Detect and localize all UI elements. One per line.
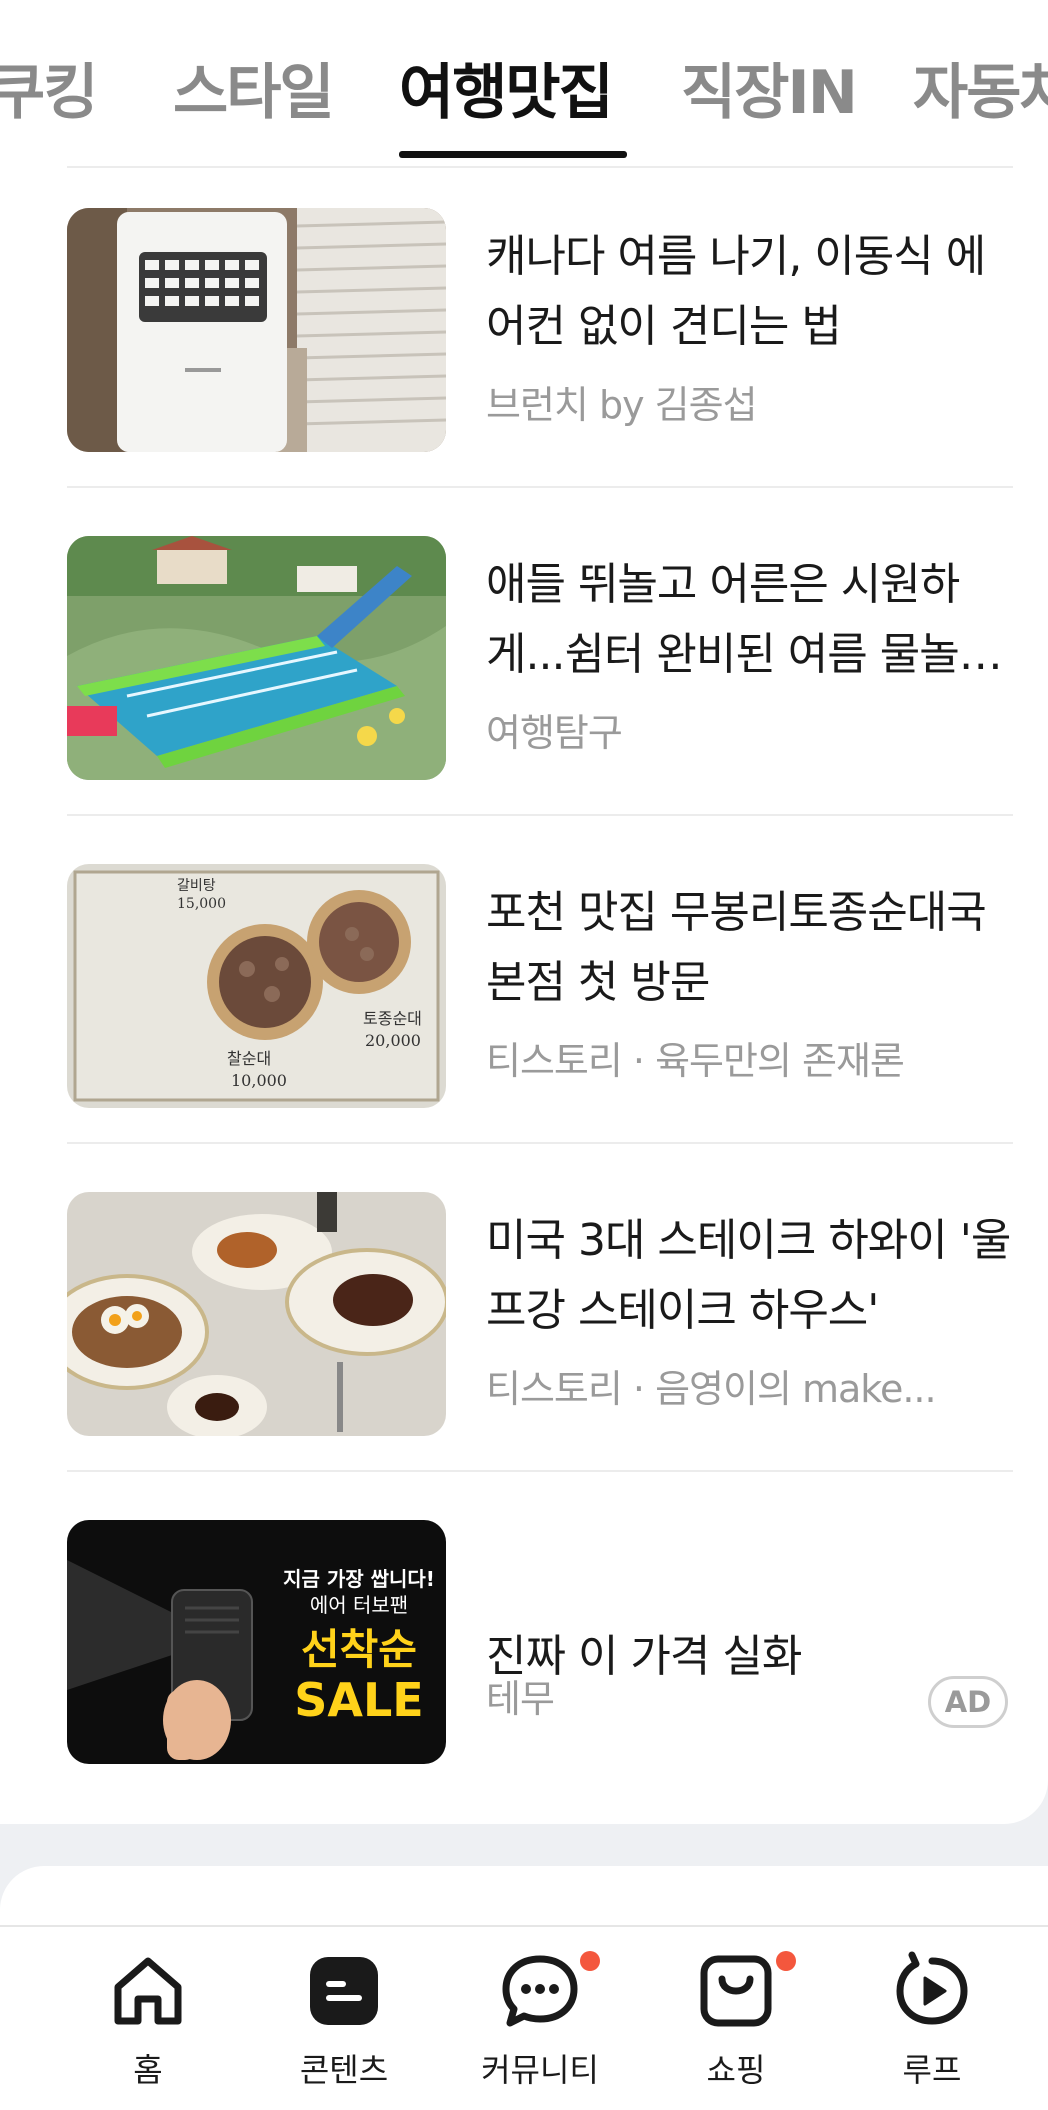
- list-item[interactable]: 갈비탕 15,000 토종순대 20,000 찰순대 10,000 포천 맛집 …: [0, 816, 1048, 1144]
- tab-travel-food[interactable]: 여행맛집: [399, 44, 614, 131]
- sundae-menu-thumbnail[interactable]: 갈비탕 15,000 토종순대 20,000 찰순대 10,000: [67, 864, 446, 1108]
- article-list-card: 캐나다 여름 나기, 이동식 에어컨 없이 견디는 법 브런치 by 김종섭 애…: [0, 160, 1048, 1824]
- article-source: 티스토리 · 음영이의 make...: [486, 1367, 937, 1411]
- article-title[interactable]: 애들 뛰놀고 어른은 시원하게...쉼터 완비된 여름 물놀이장: [486, 550, 1016, 690]
- svg-text:10,000: 10,000: [231, 1071, 287, 1090]
- list-item[interactable]: 캐나다 여름 나기, 이동식 에어컨 없이 견디는 법 브런치 by 김종섭: [0, 160, 1048, 488]
- nav-home[interactable]: 홈: [50, 1927, 246, 2110]
- category-tab-bar: 쿠킹 스타일 여행맛집 직장IN 자동차: [0, 0, 1048, 160]
- tab-style[interactable]: 스타일: [173, 44, 335, 131]
- loop-play-icon: [896, 1951, 968, 2025]
- notification-dot: [580, 1951, 600, 1971]
- air-conditioner-thumbnail[interactable]: [67, 208, 446, 452]
- article-source: 브런치 by 김종섭: [486, 383, 758, 427]
- list-item[interactable]: 미국 3대 스테이크 하와이 '울프강 스테이크 하우스' 티스토리 · 음영이…: [0, 1144, 1048, 1472]
- article-title[interactable]: 포천 맛집 무봉리토종순대국 본점 첫 방문: [486, 878, 1016, 1018]
- ad-list-item[interactable]: 지금 가장 쌉니다! 에어 터보팬 선착순 SALE 진짜 이 가격 실화 테무…: [0, 1472, 1048, 1800]
- tab-car[interactable]: 자동차: [913, 44, 1048, 131]
- article-source: 여행탐구: [486, 711, 623, 755]
- ad-badge[interactable]: AD: [928, 1676, 1008, 1728]
- tab-workplace[interactable]: 직장IN: [681, 44, 858, 131]
- nav-contents[interactable]: 콘텐츠: [246, 1927, 442, 2110]
- article-title[interactable]: 미국 3대 스테이크 하와이 '울프강 스테이크 하우스': [486, 1206, 1016, 1346]
- svg-text:갈비탕: 갈비탕: [177, 878, 216, 894]
- nav-label: 커뮤니티: [481, 2051, 599, 2089]
- steak-dinner-thumbnail[interactable]: [67, 1192, 446, 1436]
- contents-icon: [310, 1957, 378, 2025]
- home-icon: [114, 1957, 182, 2025]
- article-title[interactable]: 캐나다 여름 나기, 이동식 에어컨 없이 견디는 법: [486, 222, 1016, 362]
- nav-label: 홈: [133, 2051, 163, 2089]
- svg-text:20,000: 20,000: [365, 1031, 421, 1050]
- nav-label: 루프: [902, 2051, 962, 2089]
- tab-cooking[interactable]: 쿠킹: [0, 44, 98, 131]
- nav-community[interactable]: 커뮤니티: [442, 1927, 638, 2110]
- svg-text:지금 가장 쌉니다!: 지금 가장 쌉니다!: [283, 1567, 435, 1591]
- article-source: 티스토리 · 육두만의 존재론: [486, 1039, 905, 1083]
- water-park-thumbnail[interactable]: [67, 536, 446, 780]
- svg-text:토종순대: 토종순대: [363, 1009, 422, 1028]
- ad-thumbnail[interactable]: 지금 가장 쌉니다! 에어 터보팬 선착순 SALE: [67, 1520, 446, 1764]
- bottom-navigation: 홈 콘텐츠 커뮤니티 쇼핑 루프: [0, 1925, 1048, 2110]
- svg-text:에어 터보팬: 에어 터보팬: [310, 1593, 408, 1617]
- svg-text:SALE: SALE: [294, 1673, 423, 1727]
- nav-label: 쇼핑: [706, 2051, 766, 2089]
- nav-loop[interactable]: 루프: [834, 1927, 1030, 2110]
- svg-text:찰순대: 찰순대: [227, 1049, 271, 1068]
- notification-dot: [776, 1951, 796, 1971]
- svg-text:15,000: 15,000: [177, 896, 226, 912]
- shopping-bag-icon: [700, 1955, 772, 2027]
- list-item[interactable]: 애들 뛰놀고 어른은 시원하게...쉼터 완비된 여름 물놀이장 여행탐구: [0, 488, 1048, 816]
- nav-label: 콘텐츠: [299, 2051, 389, 2089]
- chat-bubble-icon: [502, 1955, 578, 2027]
- active-tab-indicator: [399, 151, 627, 158]
- nav-shopping[interactable]: 쇼핑: [638, 1927, 834, 2110]
- svg-text:선착순: 선착순: [301, 1625, 417, 1674]
